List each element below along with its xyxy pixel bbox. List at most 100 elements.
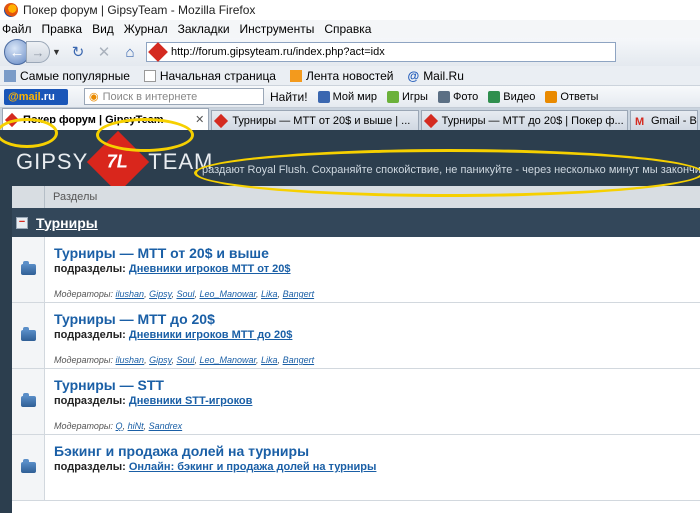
menu-bar: Файл Правка Вид Журнал Закладки Инструме… (0, 20, 700, 38)
subforum-link[interactable]: Дневники игроков МТТ от 20$ (129, 263, 291, 275)
my-world-icon (317, 90, 330, 103)
window-title: Покер форум | GipsyTeam - Mozilla Firefo… (23, 3, 256, 17)
arrow-right-icon: → (31, 44, 45, 60)
forum-title-link[interactable]: Турниры — МТТ до 20$ (54, 311, 314, 327)
bookmark-most-popular[interactable]: Самые популярные (4, 69, 130, 83)
menu-help[interactable]: Справка (324, 22, 371, 36)
web-page: GIPSY 7L TEAM раздают Royal Flush. Сохра… (0, 130, 700, 513)
forum-row: Турниры — МТТ от 20$ и выше подразделы: … (12, 237, 700, 303)
menu-tools[interactable]: Инструменты (240, 22, 315, 36)
toolbar-games[interactable]: Игры (387, 90, 428, 103)
bookmark-mailru[interactable]: @ Mail.Ru (407, 69, 463, 83)
moderator-link[interactable]: Bangert (283, 289, 315, 299)
forum-row: Турниры — МТТ до 20$ подразделы: Дневник… (12, 303, 700, 369)
tab-poker-forum[interactable]: Покер форум | GipsyTeam ✕ (2, 108, 210, 130)
mailru-logo[interactable]: @mail .ru (4, 88, 68, 105)
category-title[interactable]: Турниры (36, 215, 98, 231)
moderator-link[interactable]: Leo_Manowar (199, 355, 256, 365)
folder-icon (20, 393, 36, 407)
moderator-link[interactable]: Bangert (283, 355, 315, 365)
moderator-link[interactable]: Soul (176, 289, 194, 299)
reload-icon[interactable]: ↻ (68, 42, 88, 62)
subforums-line: подразделы: Дневники игроков МТТ от 20$ (54, 263, 291, 275)
moderator-link[interactable]: Leo_Manowar (199, 289, 256, 299)
moderator-link[interactable]: Soul (176, 355, 194, 365)
menu-view[interactable]: Вид (92, 22, 114, 36)
subforum-link[interactable]: Дневники игроков МТТ до 20$ (129, 329, 293, 341)
site-favicon-icon (4, 112, 20, 127)
bookmark-icon (4, 69, 16, 82)
search-input[interactable]: ◉ Поиск в интернете (84, 88, 264, 105)
moderator-link[interactable]: Gipsy (149, 355, 171, 365)
tab-mtt-from-20[interactable]: Турниры — МТТ от 20$ и выше | ... (211, 110, 419, 130)
navigation-toolbar: ← → ▼ ↻ ✕ ⌂ http://forum.gipsyteam.ru/in… (0, 38, 700, 66)
menu-file[interactable]: Файл (2, 22, 32, 36)
bookmark-news-feed[interactable]: Лента новостей (289, 69, 393, 83)
forum-title-link[interactable]: Турниры — МТТ от 20$ и выше (54, 245, 314, 261)
moderator-link[interactable]: ilushan (116, 289, 145, 299)
moderator-link[interactable]: Sandrex (149, 421, 183, 431)
moderators-line: Модераторы: Q, hiNt, Sandrex (54, 421, 183, 431)
history-dropdown-icon[interactable]: ▼ (52, 47, 62, 57)
rss-icon (289, 69, 302, 82)
site-logo[interactable]: GIPSY 7L TEAM (16, 130, 213, 194)
gmail-icon: M (634, 115, 645, 128)
page-icon (143, 69, 156, 82)
tab-mtt-up-to-20[interactable]: Турниры — МТТ до 20$ | Покер ф... (420, 110, 628, 130)
moderator-link[interactable]: Lika (261, 355, 278, 365)
forum-title-link[interactable]: Бэкинг и продажа долей на турниры (54, 443, 376, 459)
photo-icon (437, 90, 450, 103)
forum-row: Турниры — STT подразделы: Дневники STT-и… (12, 369, 700, 435)
moderators-line: Модераторы: ilushan, Gipsy, Soul, Leo_Ma… (54, 289, 315, 299)
toolbar-photo[interactable]: Фото (437, 90, 478, 103)
menu-edit[interactable]: Правка (42, 22, 83, 36)
category-bar: − Турниры (12, 208, 700, 237)
site-favicon-icon (423, 113, 438, 128)
find-button[interactable]: Найти! (270, 90, 308, 104)
bookmark-start-page[interactable]: Начальная страница (143, 69, 276, 83)
stop-icon[interactable]: ✕ (94, 42, 114, 62)
arrow-left-icon: ← (9, 43, 25, 61)
home-icon[interactable]: ⌂ (120, 42, 140, 62)
answers-icon (545, 90, 558, 103)
site-header: GIPSY 7L TEAM раздают Royal Flush. Сохра… (0, 130, 700, 194)
window-titlebar: Покер форум | GipsyTeam - Mozilla Firefo… (0, 0, 700, 20)
moderator-link[interactable]: ilushan (116, 355, 145, 365)
site-favicon-icon (148, 42, 168, 62)
folder-icon (20, 327, 36, 341)
close-tab-icon[interactable]: ✕ (191, 113, 204, 126)
news-ticker: раздают Royal Flush. Сохраняйте спокойст… (202, 164, 700, 176)
at-icon: @ (407, 68, 420, 83)
toolbar-video[interactable]: Видео (488, 90, 535, 103)
toolbar-answers[interactable]: Ответы (545, 90, 598, 103)
moderator-link[interactable]: Gipsy (149, 289, 171, 299)
forward-button[interactable]: → (26, 41, 50, 63)
subforums-line: подразделы: Дневники игроков МТТ до 20$ (54, 329, 293, 341)
games-icon (387, 90, 400, 103)
tab-gmail[interactable]: M Gmail - Вх (629, 110, 699, 130)
logo-diamond-icon: 7L (87, 130, 150, 194)
menu-bookmarks[interactable]: Закладки (178, 22, 230, 36)
url-bar[interactable]: http://forum.gipsyteam.ru/index.php?act=… (146, 42, 616, 62)
folder-icon (20, 261, 36, 275)
url-text: http://forum.gipsyteam.ru/index.php?act=… (171, 46, 385, 58)
toolbar-my-world[interactable]: Мой мир (317, 90, 377, 103)
moderator-link[interactable]: Lika (261, 289, 278, 299)
sections-label: Разделы (53, 191, 98, 203)
subforums-line: подразделы: Дневники STT-игроков (54, 395, 253, 407)
firefox-icon (4, 3, 18, 17)
moderator-link[interactable]: Q (116, 421, 123, 431)
mailru-toolbar: @mail .ru ◉ Поиск в интернете Найти! Мой м… (0, 86, 700, 108)
video-icon (488, 90, 501, 103)
search-icon: ◉ (89, 91, 99, 103)
moderator-link[interactable]: hiNt (128, 421, 144, 431)
site-favicon-icon (214, 113, 229, 128)
sections-header: Разделы (12, 186, 700, 208)
menu-history[interactable]: Журнал (124, 22, 168, 36)
forum-title-link[interactable]: Турниры — STT (54, 377, 252, 393)
folder-icon (20, 459, 36, 473)
subforum-link[interactable]: Дневники STT-игроков (129, 395, 253, 407)
subforum-link[interactable]: Онлайн: бэкинг и продажа долей на турнир… (129, 461, 377, 473)
subforums-line: подразделы: Онлайн: бэкинг и продажа дол… (54, 461, 377, 473)
collapse-icon[interactable]: − (16, 216, 28, 229)
